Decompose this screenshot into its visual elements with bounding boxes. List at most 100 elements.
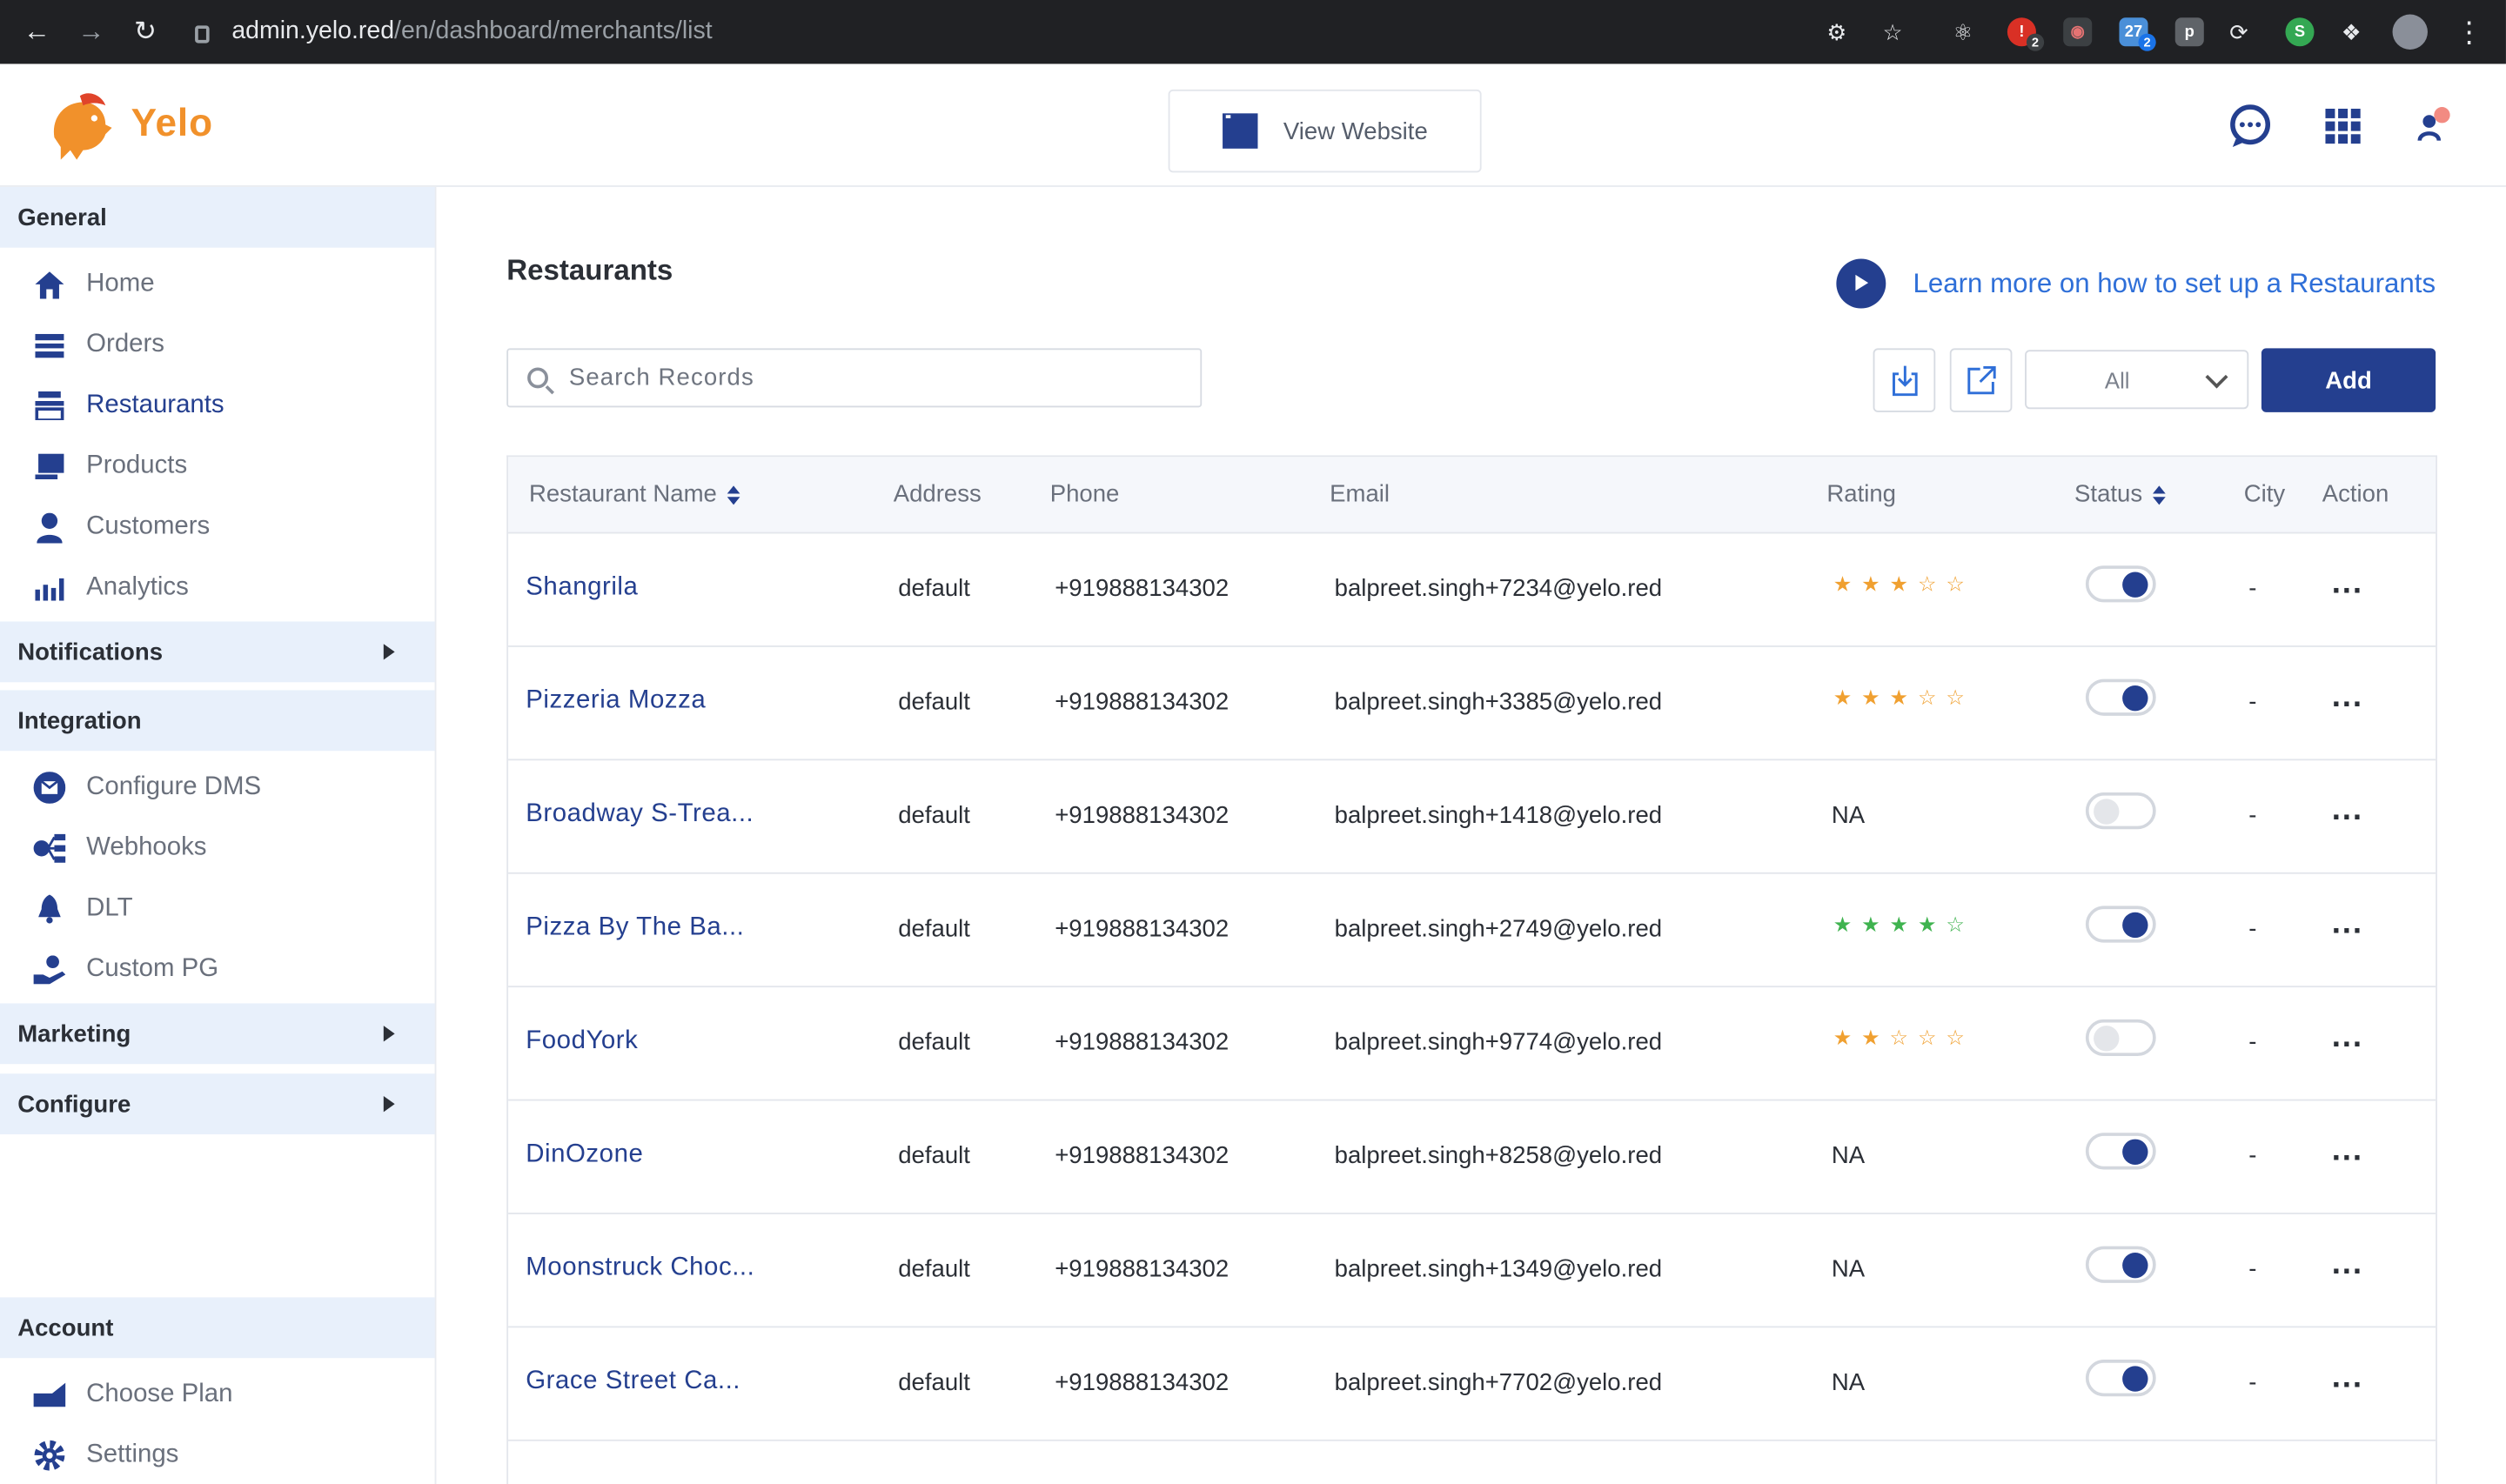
status-toggle[interactable] [2085,678,2156,716]
yelo-logo[interactable]: Yelo [42,90,213,160]
status-toggle[interactable] [2085,1019,2156,1057]
email-cell: balpreet.singh+9774@yelo.red [1334,1028,1663,1057]
col-phone: Phone [1050,481,1120,508]
rating-stars: ★ ★ ★ ☆ ☆ [1833,686,1965,710]
react-devtools-icon[interactable]: ⚛ [1953,15,1973,50]
status-toggle[interactable] [2085,1246,2156,1283]
export-button[interactable] [1949,348,2013,412]
column-label: Status [2074,480,2143,509]
browser-menu-icon[interactable]: ⋮ [2455,15,2483,50]
home-icon [34,269,66,301]
sidebar-item-settings[interactable]: Settings [0,1425,435,1484]
logo-text: Yelo [131,102,213,146]
phone-cell: +919888134302 [1055,1255,1230,1283]
col-restaurant-name[interactable]: Restaurant Name [529,481,740,508]
sidebar-section-integration: Integration [0,690,435,752]
sidebar-item-products[interactable]: Products [0,436,435,497]
sidebar-section-general: General [0,186,435,248]
app-header: Yelo View Website [0,64,2506,187]
col-status[interactable]: Status [2074,481,2165,508]
restaurant-name-link[interactable]: Moonstruck Choc... [526,1254,754,1283]
status-toggle[interactable] [2085,1133,2156,1170]
url-host: admin.yelo.red [231,17,395,45]
star-empty-icon: ☆ [1917,572,1937,597]
sidebar-item-choose-plan[interactable]: Choose Plan [0,1365,435,1426]
extension-refresh-icon[interactable]: ⟳ [2229,15,2248,50]
sidebar-section-notifications[interactable]: Notifications [0,621,435,683]
lock-icon [195,24,210,43]
sidebar-section-configure[interactable]: Configure [0,1073,435,1135]
phone-cell: +919888134302 [1055,1028,1230,1057]
email-cell: balpreet.singh+3385@yelo.red [1334,688,1663,716]
restaurant-name-link[interactable]: FoodYork [526,1027,638,1056]
more-actions-icon[interactable]: ... [2332,907,2363,939]
sidebar-item-custom-pg[interactable]: Custom PG [0,939,435,1000]
sidebar-item-configure-dms[interactable]: Configure DMS [0,758,435,819]
learn-more-link[interactable]: Learn more on how to set up a Restaurant… [1836,258,2436,309]
external-link-icon [1967,365,1995,395]
status-toggle[interactable] [2085,906,2156,943]
sidebar-item-restaurants[interactable]: Restaurants [0,376,435,437]
star-filled-icon: ★ [1833,572,1853,597]
extensions-puzzle-icon[interactable]: ❖ [2342,15,2362,50]
status-toggle[interactable] [2085,565,2156,603]
status-toggle[interactable] [2085,1360,2156,1397]
toggle-knob [2122,1252,2148,1279]
products-icon [34,451,66,483]
more-actions-icon[interactable]: ... [2332,567,2363,599]
reload-icon[interactable]: ↻ [118,16,172,48]
table-row: Moonstruck Choc... default +919888134302 ba… [508,1214,2436,1328]
bookmark-star-icon[interactable]: ☆ [1883,15,1903,50]
sort-icon[interactable] [2152,485,2165,505]
import-button[interactable] [1873,348,1936,412]
sidebar-item-customers[interactable]: Customers [0,497,435,558]
sort-icon[interactable] [726,485,740,505]
address-cell: default [898,688,970,716]
sidebar-section-marketing[interactable]: Marketing [0,1003,435,1065]
more-actions-icon[interactable]: ... [2332,794,2363,826]
filter-select[interactable]: All [2025,350,2249,410]
add-button[interactable]: Add [2261,348,2436,412]
chat-support-icon[interactable] [2227,104,2275,157]
learn-more-label: Learn more on how to set up a Restaurant… [1913,267,2436,298]
sidebar-item-analytics[interactable]: Analytics [0,558,435,618]
forward-icon[interactable]: → [64,16,117,48]
view-website-label: View Website [1283,117,1428,145]
restaurant-name-link[interactable]: Shangrila [526,573,638,602]
search-input[interactable] [568,364,1176,391]
view-website-button[interactable]: View Website [1168,89,1482,173]
profile-avatar[interactable] [2392,14,2428,50]
email-cell: balpreet.singh+7702@yelo.red [1334,1369,1663,1397]
extension-p-icon[interactable]: p [2174,15,2204,50]
sidebar-item-dlt[interactable]: DLT [0,879,435,939]
address-bar[interactable]: admin.yelo.red/en/dashboard/merchants/li… [195,17,713,46]
browser-toolbar: ← → ↻ admin.yelo.red/en/dashboard/mercha… [0,0,2506,64]
sidebar-item-orders[interactable]: Orders [0,315,435,376]
extension-red-icon[interactable]: ! 2 [2007,15,2045,51]
sidebar-item-webhooks[interactable]: Webhooks [0,818,435,879]
translate-icon[interactable]: ⚙ [1826,15,1846,50]
table-row: Pizza By The Ba... default +919888134302 ba… [508,874,2436,988]
more-actions-icon[interactable]: ... [2332,1361,2363,1394]
apps-grid-icon[interactable] [2325,108,2361,152]
restaurant-name-link[interactable]: DinOzone [526,1140,643,1169]
url-path: /en/dashboard/merchants/list [394,17,713,45]
status-toggle[interactable] [2085,792,2156,830]
extension-blue-icon[interactable]: 27 2 [2119,15,2156,51]
user-profile-icon[interactable] [2413,105,2451,151]
sidebar-item-home[interactable]: Home [0,254,435,315]
more-actions-icon[interactable]: ... [2332,1247,2363,1280]
restaurant-name-link[interactable]: Grace Street Ca... [526,1367,740,1396]
extension-eyes-icon[interactable]: ◉ [2063,15,2093,50]
restaurant-name-link[interactable]: Broadway S-Trea... [526,800,754,829]
toggle-knob [2122,685,2148,712]
more-actions-icon[interactable]: ... [2332,1134,2363,1166]
restaurant-name-link[interactable]: Pizza By The Ba... [526,914,744,943]
more-actions-icon[interactable]: ... [2332,1021,2363,1053]
section-label: Notifications [17,638,164,665]
more-actions-icon[interactable]: ... [2332,680,2363,712]
extension-green-icon[interactable]: S [2285,15,2315,50]
table-row: Grace Street Ca... default +919888134302 ba… [508,1327,2436,1441]
restaurant-name-link[interactable]: Pizzeria Mozza [526,687,706,716]
back-icon[interactable]: ← [10,16,64,48]
